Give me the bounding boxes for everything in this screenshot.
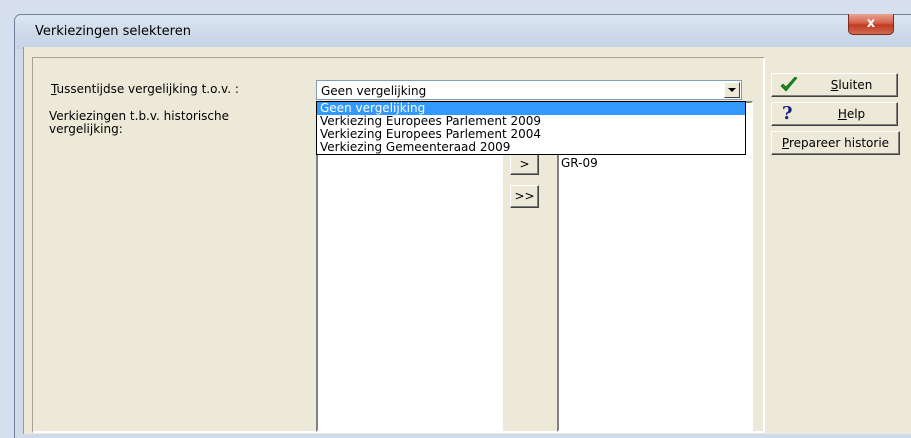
sluiten-button[interactable]: Sluiten — [771, 73, 898, 97]
vergelijking-combobox[interactable]: Geen vergelijking — [316, 80, 742, 100]
dialog-window: Verkiezingen selekteren x Tussentijdse v… — [14, 14, 911, 438]
combobox-dropdown-list[interactable]: Geen vergelijking Verkiezing Europees Pa… — [316, 101, 746, 155]
add-button[interactable]: > — [510, 153, 539, 175]
tussentijdse-label-text: ussentijdse vergelijking t.o.v. : — [56, 82, 239, 96]
check-icon — [780, 77, 798, 92]
prepareer-label-rest: repareer historie — [788, 136, 890, 150]
sluiten-button-label: Sluiten — [831, 74, 873, 96]
help-icon: ? — [782, 103, 793, 124]
historisch-label: Verkiezingen t.b.v. historische vergelij… — [49, 110, 229, 136]
historisch-label-line2: vergelijking: — [49, 122, 123, 136]
add-all-button-label: >> — [514, 189, 535, 203]
tussentijdse-label: Tussentijdse vergelijking t.o.v. : — [51, 83, 239, 96]
dialog-client-area: Tussentijdse vergelijking t.o.v. : Verki… — [23, 47, 911, 434]
close-icon: x — [866, 16, 876, 31]
list-item[interactable]: GR-09 — [559, 157, 598, 170]
prepareer-button-label: Prepareer historie — [782, 132, 889, 154]
chevron-down-icon[interactable] — [724, 82, 740, 98]
help-hotkey: H — [837, 107, 847, 121]
add-all-button[interactable]: >> — [510, 185, 539, 208]
help-label-rest: elp — [846, 107, 866, 121]
sluiten-label-rest: luiten — [838, 78, 873, 92]
combobox-value: Geen vergelijking — [321, 84, 427, 98]
title-bar[interactable]: Verkiezingen selekteren x — [15, 14, 911, 49]
prepareer-hotkey: P — [781, 136, 789, 150]
prepareer-historie-button[interactable]: Prepareer historie — [771, 131, 900, 155]
help-button[interactable]: ? Help — [771, 102, 898, 126]
dropdown-option-gr2009[interactable]: Verkiezing Gemeenteraad 2009 — [317, 141, 745, 154]
window-title: Verkiezingen selekteren — [35, 24, 191, 39]
close-button[interactable]: x — [848, 14, 894, 35]
add-button-label: > — [519, 157, 530, 171]
help-button-label: Help — [838, 103, 865, 125]
